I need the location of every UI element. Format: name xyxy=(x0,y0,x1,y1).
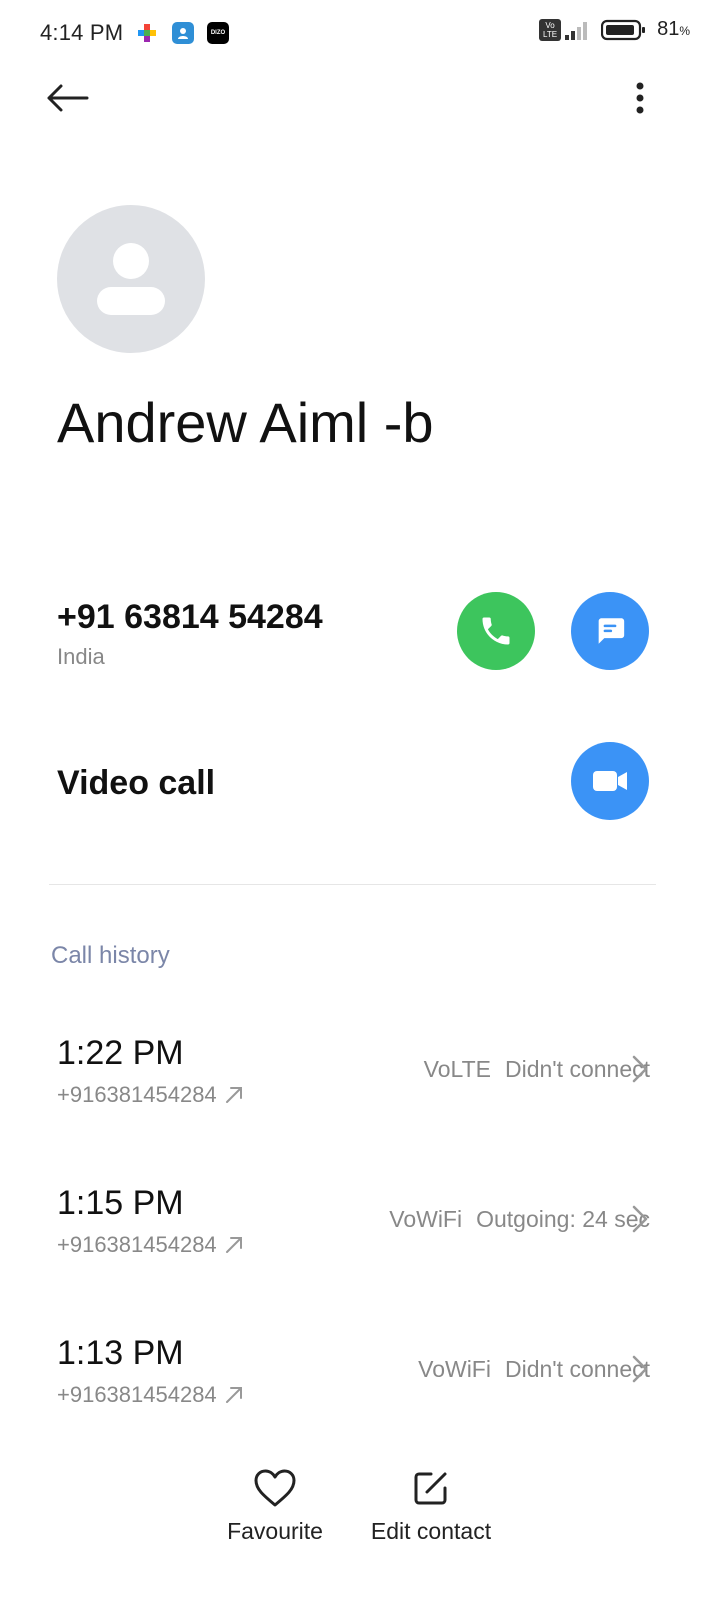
call-history-title: Call history xyxy=(51,942,170,969)
heart-icon xyxy=(254,1469,296,1507)
contacts-app-icon xyxy=(172,22,194,44)
call-number-wrap: +916381454284 xyxy=(57,1082,243,1108)
avatar xyxy=(57,205,205,353)
signal-icon xyxy=(565,21,588,40)
edit-contact-button[interactable]: Edit contact xyxy=(360,1468,502,1545)
outgoing-arrow-icon xyxy=(225,1237,242,1253)
chevron-right-icon xyxy=(632,1055,648,1083)
call-history-row[interactable]: 1:13 PM +916381454284 VoWiFi Didn't conn… xyxy=(0,1334,720,1454)
edit-icon xyxy=(414,1472,447,1505)
call-status: Didn't connect xyxy=(504,1356,650,1382)
battery-percent: 81% xyxy=(657,18,690,40)
video-camera-icon xyxy=(593,771,627,791)
puzzle-app-icon xyxy=(136,22,158,44)
more-options-button[interactable] xyxy=(620,74,660,122)
call-info: VoWiFi Outgoing: 24 sec xyxy=(389,1206,650,1233)
favourite-label: Favourite xyxy=(227,1518,323,1544)
status-time: 4:14 PM xyxy=(40,20,124,45)
call-time: 1:22 PM xyxy=(57,1034,184,1072)
contact-name: Andrew Aiml -b xyxy=(57,391,434,454)
call-number-wrap: +916381454284 xyxy=(57,1382,243,1408)
call-number: +916381454284 xyxy=(57,1082,217,1107)
back-button[interactable] xyxy=(40,74,94,122)
call-info: VoWiFi Didn't connect xyxy=(418,1356,650,1383)
phone-icon xyxy=(482,617,510,645)
message-button[interactable] xyxy=(571,592,649,670)
video-call-label[interactable]: Video call xyxy=(57,764,215,803)
call-time: 1:13 PM xyxy=(57,1334,184,1372)
call-info: VoLTE Didn't connect xyxy=(424,1056,650,1083)
more-vert-icon xyxy=(636,82,644,114)
call-status: Didn't connect xyxy=(504,1056,650,1082)
battery-icon xyxy=(601,19,646,40)
phone-number[interactable]: +91 63814 54284 xyxy=(57,598,323,637)
call-network: VoWiFi xyxy=(418,1356,491,1382)
call-network: VoWiFi xyxy=(389,1206,463,1232)
call-number: +916381454284 xyxy=(57,1382,217,1407)
dizo-app-icon: DIZO xyxy=(207,22,229,44)
call-network: VoLTE xyxy=(423,1056,491,1082)
video-call-button[interactable] xyxy=(571,742,649,820)
person-placeholder-icon xyxy=(97,243,165,315)
call-history-row[interactable]: 1:15 PM +916381454284 VoWiFi Outgoing: 2… xyxy=(0,1184,720,1304)
outgoing-arrow-icon xyxy=(225,1087,242,1103)
call-status: Outgoing: 24 sec xyxy=(476,1206,650,1232)
call-button[interactable] xyxy=(457,592,535,670)
status-right: Vo LTE 81% xyxy=(539,18,690,41)
phone-country: India xyxy=(57,644,105,669)
call-number-wrap: +916381454284 xyxy=(57,1232,243,1258)
divider xyxy=(49,884,656,885)
favourite-button[interactable]: Favourite xyxy=(220,1468,330,1545)
chat-icon xyxy=(598,618,625,644)
edit-contact-label: Edit contact xyxy=(370,1518,492,1544)
chevron-right-icon xyxy=(632,1205,648,1233)
chevron-right-icon xyxy=(632,1355,648,1383)
back-arrow-icon xyxy=(47,84,89,112)
call-number: +916381454284 xyxy=(57,1232,217,1257)
volte-icon: Vo LTE xyxy=(539,18,562,41)
call-history-row[interactable]: 1:22 PM +916381454284 VoLTE Didn't conne… xyxy=(0,1034,720,1154)
call-time: 1:15 PM xyxy=(57,1184,184,1222)
outgoing-arrow-icon xyxy=(225,1387,242,1403)
